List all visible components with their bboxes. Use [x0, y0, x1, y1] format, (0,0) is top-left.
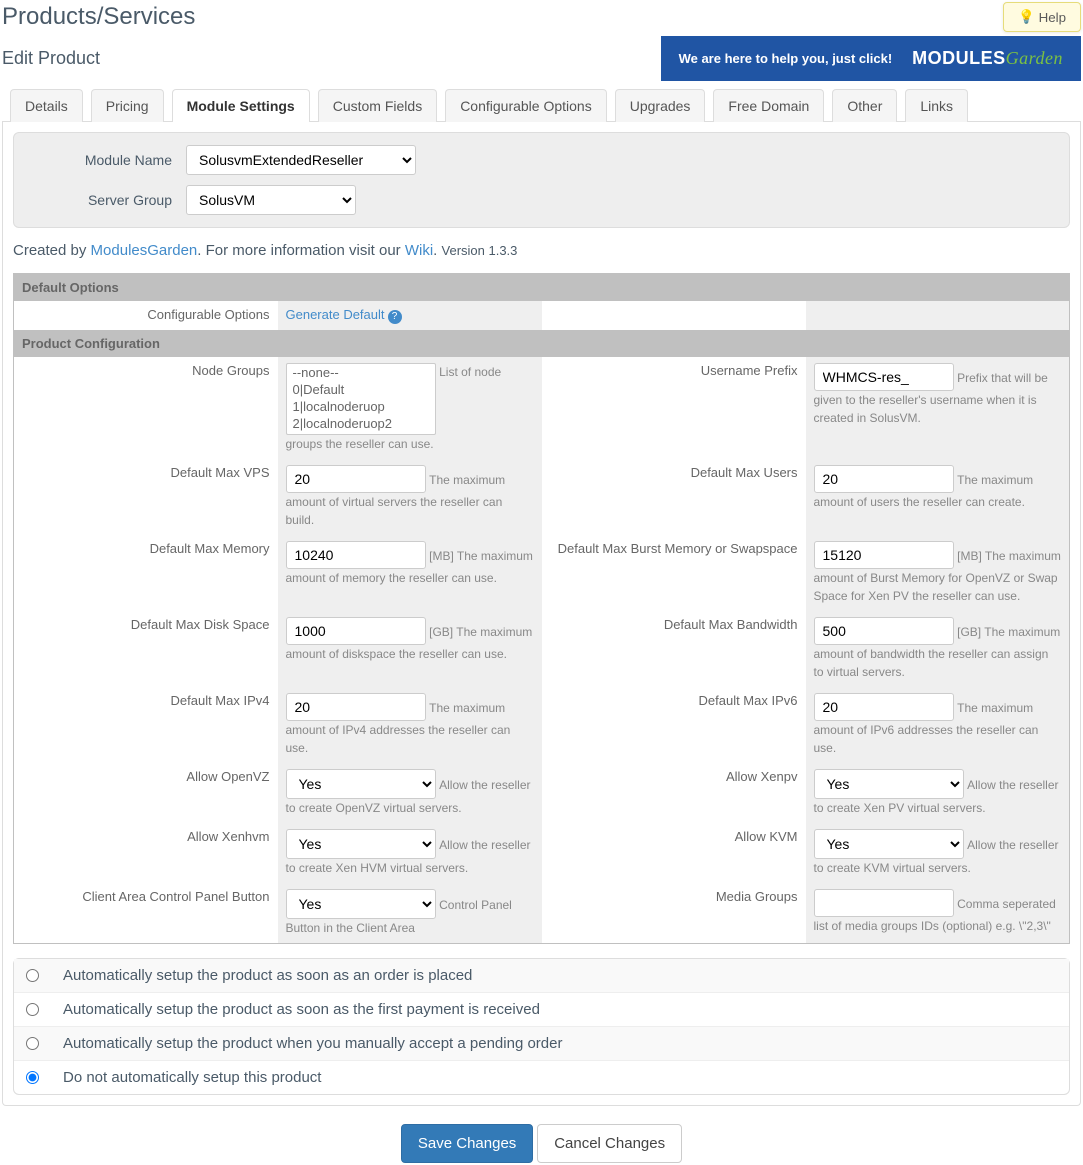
generate-default-link[interactable]: Generate Default — [286, 307, 385, 322]
tab-configurable-options[interactable]: Configurable Options — [445, 89, 607, 122]
bulb-icon: 💡 — [1018, 9, 1035, 25]
max-ipv4-input[interactable] — [286, 693, 426, 721]
max-users-input[interactable] — [814, 465, 954, 493]
setup-option: Automatically setup the product when you… — [14, 1026, 1069, 1060]
tab-details[interactable]: Details — [10, 89, 83, 122]
mg-logo: MODULESGarden — [912, 48, 1063, 69]
page-subtitle: Edit Product — [2, 48, 100, 69]
max-burst-label: Default Max Burst Memory or Swapspace — [542, 535, 806, 611]
max-memory-input[interactable] — [286, 541, 426, 569]
max-bw-label: Default Max Bandwidth — [542, 611, 806, 687]
setup-option: Automatically setup the product as soon … — [14, 959, 1069, 992]
wiki-link[interactable]: Wiki — [405, 242, 433, 259]
setup-label: Automatically setup the product as soon … — [63, 967, 472, 984]
max-users-label: Default Max Users — [542, 459, 806, 535]
tab-upgrades[interactable]: Upgrades — [615, 89, 706, 122]
tab-other[interactable]: Other — [832, 89, 897, 122]
allow-xenhvm-label: Allow Xenhvm — [14, 823, 278, 883]
help-banner[interactable]: We are here to help you, just click! MOD… — [661, 36, 1081, 81]
server-group-select[interactable]: SolusVM — [186, 185, 356, 215]
max-disk-label: Default Max Disk Space — [14, 611, 278, 687]
tab-free-domain[interactable]: Free Domain — [713, 89, 824, 122]
node-option[interactable]: 2|localnoderuop2 — [287, 415, 435, 432]
cp-button-select[interactable]: Yes — [286, 889, 436, 919]
mg-link[interactable]: ModulesGarden — [91, 242, 198, 259]
cp-button-label: Client Area Control Panel Button — [14, 883, 278, 944]
setup-label: Automatically setup the product as soon … — [63, 1001, 540, 1018]
node-groups-label: Node Groups — [14, 357, 278, 459]
node-option[interactable]: --none-- — [287, 364, 435, 381]
cancel-button[interactable]: Cancel Changes — [537, 1124, 682, 1163]
setup-label: Do not automatically setup this product — [63, 1069, 321, 1086]
node-groups-list[interactable]: --none--0|Default1|localnoderuop2|localn… — [286, 363, 436, 435]
max-bw-input[interactable] — [814, 617, 954, 645]
save-button[interactable]: Save Changes — [401, 1124, 533, 1163]
node-option[interactable]: 0|Default — [287, 381, 435, 398]
allow-openvz-select[interactable]: Yes — [286, 769, 436, 799]
setup-radio[interactable] — [26, 1071, 39, 1084]
max-memory-label: Default Max Memory — [14, 535, 278, 611]
tab-pricing[interactable]: Pricing — [91, 89, 164, 122]
max-burst-input[interactable] — [814, 541, 954, 569]
max-ipv4-label: Default Max IPv4 — [14, 687, 278, 763]
setup-panel: Automatically setup the product as soon … — [13, 958, 1070, 1095]
allow-xenpv-select[interactable]: Yes — [814, 769, 964, 799]
node-option[interactable]: 1|localnoderuop — [287, 398, 435, 415]
allow-kvm-select[interactable]: Yes — [814, 829, 964, 859]
banner-text: We are here to help you, just click! — [679, 51, 893, 66]
section-product-config: Product Configuration — [14, 330, 1070, 357]
max-ipv6-input[interactable] — [814, 693, 954, 721]
max-disk-input[interactable] — [286, 617, 426, 645]
config-table: Default Options Configurable Options Gen… — [13, 273, 1070, 944]
allow-xenhvm-select[interactable]: Yes — [286, 829, 436, 859]
tab-links[interactable]: Links — [905, 89, 968, 122]
help-icon[interactable]: ? — [388, 310, 402, 324]
tabs: DetailsPricingModule SettingsCustom Fiel… — [2, 89, 1081, 122]
main-panel: Module Name SolusvmExtendedReseller Serv… — [2, 122, 1081, 1106]
module-name-select[interactable]: SolusvmExtendedReseller — [186, 145, 416, 175]
help-label: Help — [1039, 10, 1066, 25]
username-prefix-label: Username Prefix — [542, 357, 806, 459]
server-group-label: Server Group — [26, 192, 186, 208]
module-box: Module Name SolusvmExtendedReseller Serv… — [13, 132, 1070, 228]
setup-radio[interactable] — [26, 1003, 39, 1016]
allow-openvz-label: Allow OpenVZ — [14, 763, 278, 823]
page-title: Products/Services — [2, 3, 195, 31]
setup-radio[interactable] — [26, 1037, 39, 1050]
config-opts-label: Configurable Options — [14, 301, 278, 330]
tab-module-settings[interactable]: Module Settings — [172, 89, 310, 122]
max-ipv6-label: Default Max IPv6 — [542, 687, 806, 763]
setup-label: Automatically setup the product when you… — [63, 1035, 562, 1052]
max-vps-label: Default Max VPS — [14, 459, 278, 535]
setup-radio[interactable] — [26, 969, 39, 982]
media-groups-label: Media Groups — [542, 883, 806, 944]
username-prefix-input[interactable] — [814, 363, 954, 391]
max-vps-input[interactable] — [286, 465, 426, 493]
media-groups-input[interactable] — [814, 889, 954, 917]
section-default-options: Default Options — [14, 274, 1070, 302]
info-line: Created by ModulesGarden. For more infor… — [13, 228, 1070, 273]
setup-option: Automatically setup the product as soon … — [14, 992, 1069, 1026]
tab-custom-fields[interactable]: Custom Fields — [318, 89, 437, 122]
module-name-label: Module Name — [26, 152, 186, 168]
allow-kvm-label: Allow KVM — [542, 823, 806, 883]
help-button[interactable]: 💡 Help — [1003, 2, 1081, 32]
allow-xenpv-label: Allow Xenpv — [542, 763, 806, 823]
